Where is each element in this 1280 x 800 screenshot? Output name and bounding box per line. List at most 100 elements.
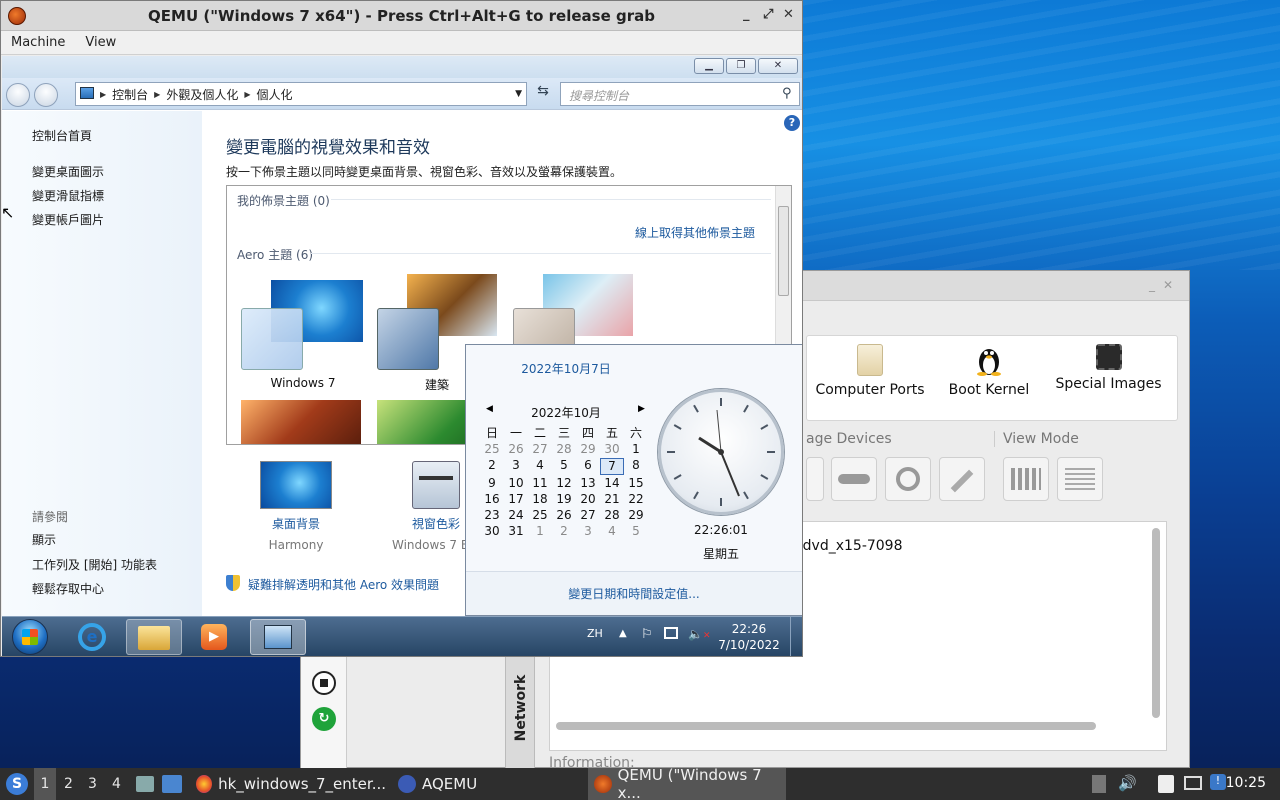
volume-muted-icon[interactable]: 🔈✕: [688, 627, 711, 641]
menu-machine[interactable]: Machine: [1, 35, 75, 50]
storage-edit-button[interactable]: [806, 457, 824, 501]
back-button[interactable]: [6, 83, 30, 107]
vertical-scrollbar[interactable]: [1152, 528, 1160, 718]
breadcrumb-item[interactable]: 控制台: [112, 86, 148, 103]
chevron-right-icon[interactable]: ▶: [638, 404, 645, 414]
start-menu-icon[interactable]: S: [6, 773, 28, 795]
calendar-day-selected[interactable]: 7: [600, 458, 624, 475]
calendar-day[interactable]: 20: [576, 492, 600, 507]
calendar-day[interactable]: 2: [480, 458, 504, 475]
online-themes-link[interactable]: 線上取得其他佈景主題: [635, 224, 755, 241]
minimize-icon[interactable]: _: [1149, 278, 1155, 292]
flag-icon[interactable]: ⚐: [641, 627, 653, 642]
calendar-day[interactable]: 30: [600, 442, 624, 457]
taskbar-item-firefox[interactable]: hk_windows_7_enter...: [190, 768, 386, 800]
explorer-taskbar-button[interactable]: [126, 619, 182, 655]
show-desktop-button[interactable]: [790, 617, 802, 656]
desktop-background-button[interactable]: 桌面背景 Harmony: [236, 461, 356, 552]
calendar-day[interactable]: 29: [624, 508, 648, 523]
calendar-day[interactable]: 6: [576, 458, 600, 475]
ease-of-access-link[interactable]: 輕鬆存取中心: [32, 580, 104, 597]
display-link[interactable]: 顯示: [32, 531, 56, 548]
address-bar[interactable]: ▶ 控制台 ▶ 外觀及個人化 ▶ 個人化 ▼: [75, 82, 527, 106]
volume-icon[interactable]: 🔊: [1118, 774, 1137, 792]
calendar-day[interactable]: 3: [576, 524, 600, 539]
menu-view[interactable]: View: [75, 35, 126, 50]
calendar-day[interactable]: 5: [552, 458, 576, 475]
show-desktop-icon[interactable]: [162, 775, 182, 793]
control-panel-taskbar-button[interactable]: [250, 619, 306, 655]
view-list-button[interactable]: [1057, 457, 1103, 501]
calendar-day[interactable]: 1: [528, 524, 552, 539]
media-player-taskbar-button[interactable]: ▶: [186, 619, 242, 655]
calendar-day[interactable]: 17: [504, 492, 528, 507]
network-tab[interactable]: Network: [505, 655, 535, 769]
taskbar-item-aqemu[interactable]: AQEMU: [392, 768, 582, 800]
calendar-day[interactable]: 15: [624, 476, 648, 491]
calendar-day[interactable]: 8: [624, 458, 648, 475]
chevron-up-icon[interactable]: ▲: [619, 628, 627, 639]
calendar-day[interactable]: 25: [528, 508, 552, 523]
file-manager-icon[interactable]: [136, 776, 154, 792]
special-images-button[interactable]: Special Images: [1051, 344, 1166, 392]
view-icons-button[interactable]: [1003, 457, 1049, 501]
horizontal-scrollbar[interactable]: [556, 722, 1096, 730]
account-picture-link[interactable]: 變更帳戶圖片: [32, 211, 104, 228]
close-icon[interactable]: ✕: [1163, 278, 1173, 292]
minimize-icon[interactable]: _: [743, 7, 750, 22]
taskbar-item-qemu[interactable]: QEMU ("Windows 7 x...: [588, 766, 786, 800]
calendar-day[interactable]: 9: [480, 476, 504, 491]
ie-taskbar-button[interactable]: e: [64, 619, 120, 655]
mouse-pointers-link[interactable]: 變更滑鼠指標: [32, 187, 104, 204]
minimize-icon[interactable]: ▁: [694, 58, 724, 74]
boot-kernel-button[interactable]: Boot Kernel: [939, 344, 1039, 398]
language-indicator[interactable]: ZH: [587, 627, 603, 640]
guest-screen[interactable]: ▁ ❐ ✕ ▶ 控制台 ▶ 外觀及個人化 ▶ 個人化 ▼ ⇆ 搜尋控制台 ⚲ 控…: [2, 56, 802, 656]
taskbar-clock[interactable]: 22:26 7/10/2022: [714, 621, 784, 653]
workspace-4[interactable]: 4: [112, 776, 121, 792]
stop-icon[interactable]: [312, 671, 336, 695]
calendar-day[interactable]: 16: [480, 492, 504, 507]
clipboard-icon[interactable]: [1158, 775, 1174, 793]
calendar-day[interactable]: 25: [480, 442, 504, 457]
forward-button[interactable]: [34, 83, 58, 107]
calendar-day[interactable]: 10: [504, 476, 528, 491]
theme-windows7[interactable]: [241, 280, 363, 370]
change-datetime-link[interactable]: 變更日期和時間設定值...: [466, 571, 802, 615]
calendar-day[interactable]: 23: [480, 508, 504, 523]
help-icon[interactable]: ?: [784, 115, 800, 131]
taskbar-start-link[interactable]: 工作列及 [開始] 功能表: [32, 556, 157, 573]
breadcrumb-item[interactable]: 個人化: [257, 86, 293, 103]
close-icon[interactable]: ✕: [783, 7, 794, 22]
reset-icon[interactable]: ↻: [312, 707, 336, 731]
full-date-link[interactable]: 2022年10月7日: [466, 360, 666, 377]
calendar-day[interactable]: 26: [552, 508, 576, 523]
calendar-day[interactable]: 21: [600, 492, 624, 507]
calendar-day[interactable]: 1: [624, 442, 648, 457]
storage-cdrom-button[interactable]: [885, 457, 931, 501]
calendar-day[interactable]: 27: [576, 508, 600, 523]
calendar-day[interactable]: 12: [552, 476, 576, 491]
calendar-day[interactable]: 4: [600, 524, 624, 539]
close-icon[interactable]: ✕: [758, 58, 798, 74]
panel-clock[interactable]: 10:25: [1226, 775, 1266, 791]
calendar-day[interactable]: 28: [600, 508, 624, 523]
start-button[interactable]: [12, 619, 48, 655]
control-panel-home-link[interactable]: 控制台首頁: [32, 127, 92, 144]
display-icon[interactable]: [1184, 776, 1202, 790]
calendar-day[interactable]: 4: [528, 458, 552, 475]
maximize-icon[interactable]: ⤢: [763, 7, 773, 22]
calendar-day[interactable]: 3: [504, 458, 528, 475]
calendar-day[interactable]: 14: [600, 476, 624, 491]
calendar-day[interactable]: 31: [504, 524, 528, 539]
notification-icon[interactable]: !: [1210, 774, 1226, 790]
calendar-day[interactable]: 22: [624, 492, 648, 507]
desktop-icons-link[interactable]: 變更桌面圖示: [32, 163, 104, 180]
calendar-day[interactable]: 28: [552, 442, 576, 457]
restore-icon[interactable]: ❐: [726, 58, 756, 74]
calendar-day[interactable]: 13: [576, 476, 600, 491]
workspace-2[interactable]: 2: [64, 776, 73, 792]
storage-floppy-button[interactable]: [939, 457, 985, 501]
calendar-day[interactable]: 19: [552, 492, 576, 507]
qemu-titlebar[interactable]: QEMU ("Windows 7 x64") - Press Ctrl+Alt+…: [1, 1, 802, 31]
